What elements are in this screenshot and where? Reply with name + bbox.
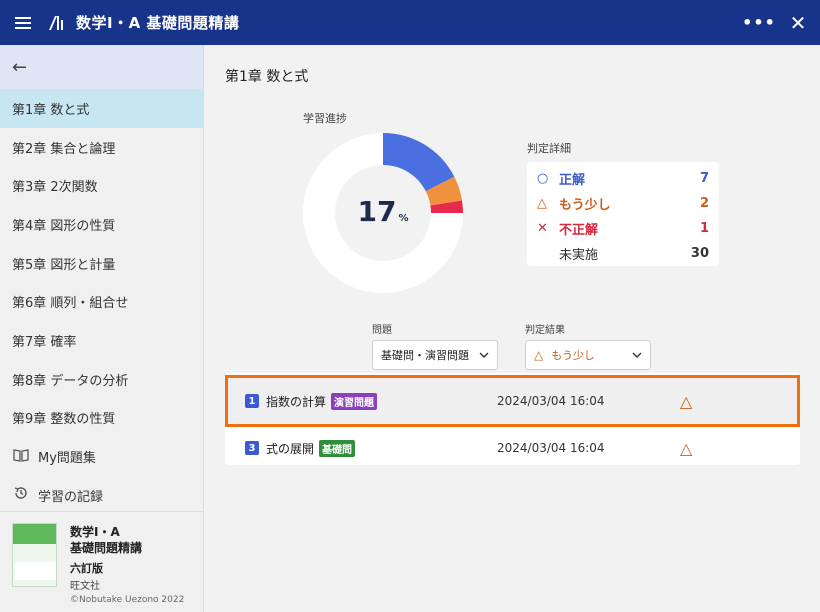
progress-label: 学習進捗 [303,112,347,125]
book-title-line2: 基礎問題精講 [70,541,143,555]
chevron-down-icon [632,350,642,361]
sidebar-item-my-problems[interactable]: My問題集 [0,437,203,476]
detail-label: 判定詳細 [527,142,571,155]
problem-type-tag: 演習問題 [331,392,378,410]
detail-summary-box: ○ 正解 7 △ もう少し 2 ✕ 不正解 1 未実施 30 [527,162,719,266]
sidebar-item-chapter-8[interactable]: 第8章 データの分析 [0,360,203,399]
sidebar-item-chapter-1[interactable]: 第1章 数と式 [0,89,203,128]
progress-value: 17% [357,195,409,228]
title-bar: 数学Ⅰ・A 基礎問題精講 ••• ✕ [0,0,820,45]
triangle-icon: △ [537,196,547,211]
detail-row-unattempted: 未実施 30 [559,246,709,263]
page-title: 第1章 数と式 [225,69,309,85]
triangle-icon: △ [534,348,544,362]
sidebar-item-chapter-7[interactable]: 第7章 確率 [0,321,203,360]
problem-list: 1 指数の計算 演習問題 2024/03/04 16:04 △ 3 式の展開 基… [225,373,800,465]
circle-icon: ○ [537,171,549,186]
back-arrow-icon: ← [12,56,28,78]
list-item[interactable]: 1 指数の計算 演習問題 2024/03/04 16:04 △ [225,375,800,427]
problem-name: 指数の計算 [266,394,327,409]
book-title-line1: 数学Ⅰ・A [70,525,120,539]
cross-icon: ✕ [537,221,548,236]
book-publisher: 旺文社 [70,581,100,592]
book-edition: 六訂版 [70,562,103,575]
problem-name: 式の展開 [266,441,315,456]
sidebar-item-history[interactable]: 学習の記録 [0,476,203,515]
book-copyright: ©Nobutake Uezono 2022 [70,595,185,605]
chevron-down-icon [479,350,489,361]
problem-date: 2024/03/04 16:04 [497,441,605,455]
main-panel: 第1章 数と式 学習進捗 17% 判定詳細 ○ 正解 7 △ もう少し 2 ✕ … [205,45,820,612]
book-icon [12,448,30,466]
result-filter-label: 判定結果 [525,325,565,336]
triangle-icon: △ [680,438,693,458]
detail-row-wrong: ✕ 不正解 1 [537,221,709,238]
sidebar-item-chapter-2[interactable]: 第2章 集合と論理 [0,128,203,167]
problem-number-badge: 3 [245,441,259,455]
sidebar-item-chapter-4[interactable]: 第4章 図形の性質 [0,205,203,244]
sidebar-item-chapter-9[interactable]: 第9章 整数の性質 [0,399,203,438]
problem-date: 2024/03/04 16:04 [497,394,605,408]
detail-row-correct: ○ 正解 7 [537,171,709,188]
sidebar: ← 第1章 数と式 第2章 集合と論理 第3章 2次関数 第4章 図形の性質 第… [0,45,204,612]
result-filter-select[interactable]: △ もう少し [525,340,651,370]
book-info-card: 数学Ⅰ・A 基礎問題精講 六訂版 旺文社 ©Nobutake Uezono 20… [0,511,203,612]
problem-type-tag: 基礎問 [319,439,356,457]
book-cover-image [12,523,57,587]
app-title: 数学Ⅰ・A 基礎問題精講 [76,14,240,32]
sidebar-item-chapter-5[interactable]: 第5章 図形と計量 [0,244,203,283]
history-icon [12,485,30,505]
menu-icon[interactable] [0,0,45,45]
back-button[interactable]: ← [0,45,203,89]
app-logo-icon [45,12,67,34]
close-icon[interactable]: ✕ [776,0,820,45]
more-options-icon[interactable]: ••• [742,0,776,45]
triangle-icon: △ [680,391,693,411]
problem-filter-select[interactable]: 基礎問・演習問題 [372,340,498,370]
progress-donut-chart: 17% [303,133,463,293]
sidebar-item-chapter-6[interactable]: 第6章 順列・組合せ [0,282,203,321]
problem-filter-label: 問題 [372,325,392,336]
problem-number-badge: 1 [245,394,259,408]
sidebar-item-chapter-3[interactable]: 第3章 2次関数 [0,166,203,205]
detail-row-partial: △ もう少し 2 [537,196,709,213]
list-item[interactable]: 3 式の展開 基礎問 2024/03/04 16:04 △ [225,428,800,468]
